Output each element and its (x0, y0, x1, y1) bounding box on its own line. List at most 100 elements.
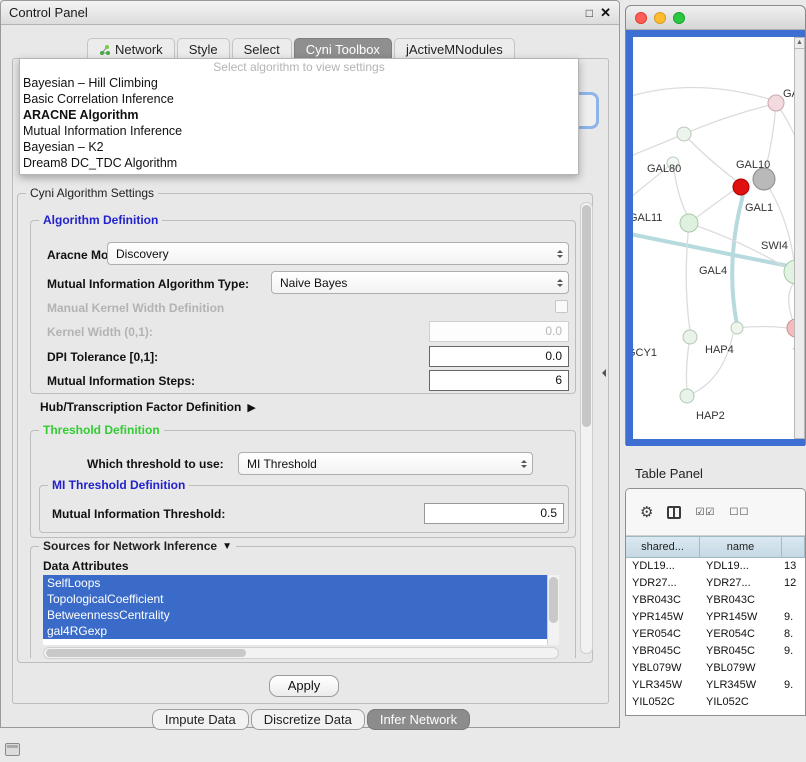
data-attribute-item[interactable]: SelfLoops (43, 575, 547, 591)
table-cell: YDR27... (700, 575, 782, 592)
combo-value: Discovery (116, 247, 169, 261)
aracne-mode-select[interactable]: Discovery (107, 242, 569, 265)
control-panel-titlebar: Control Panel □ ✕ (1, 1, 619, 25)
tab-label: Cyni Toolbox (306, 42, 380, 57)
algorithm-popup-item[interactable]: Bayesian – Hill Climbing (20, 75, 578, 91)
deselect-all-boxes-icon[interactable]: ☐☐ (729, 507, 749, 518)
algorithm-popup-items: Bayesian – Hill ClimbingBasic Correlatio… (20, 75, 578, 171)
select-all-checks-icon[interactable]: ☑☑ (695, 507, 715, 518)
splitter-collapse-icon[interactable] (598, 369, 606, 377)
table-cell: YIL052C (700, 694, 782, 711)
attributes-vertical-scrollbar[interactable] (547, 575, 559, 645)
column-header-shared[interactable]: shared... (626, 536, 700, 558)
data-attribute-item[interactable]: TopologicalCoefficient (43, 591, 547, 607)
network-edge (737, 327, 788, 329)
table-cell: YER054C (626, 626, 700, 643)
scroll-up-arrow-icon[interactable]: ▲ (795, 38, 804, 49)
tab-style[interactable]: Style (177, 38, 230, 59)
data-attribute-item[interactable]: gal4RGexp (43, 623, 547, 639)
tab-cyni-toolbox[interactable]: Cyni Toolbox (294, 38, 392, 59)
algorithm-dropdown-popup: Select algorithm to view settings Bayesi… (19, 58, 579, 175)
which-threshold-select[interactable]: MI Threshold (238, 452, 533, 475)
network-edge (686, 223, 690, 331)
network-icon (99, 44, 111, 56)
algorithm-popup-item[interactable]: Mutual Information Inference (20, 123, 578, 139)
table-row[interactable]: YER054CYER054C8. (626, 626, 805, 643)
table-cell: 9. (782, 643, 805, 660)
network-node-label: GAL10 (736, 159, 770, 171)
table-row[interactable]: YBR045CYBR045C9. (626, 643, 805, 660)
kernel-width-label: Kernel Width (0,1): (47, 325, 153, 339)
minimize-traffic-light[interactable] (654, 12, 666, 24)
columns-icon[interactable] (667, 506, 681, 519)
data-attributes-list[interactable]: SelfLoopsTopologicalCoefficientBetweenne… (43, 575, 559, 645)
tab-network[interactable]: Network (87, 38, 175, 59)
table-row[interactable]: YDR27...YDR27...12 (626, 575, 805, 592)
attributes-horizontal-scrollbar[interactable] (43, 647, 559, 659)
algorithm-popup-item[interactable]: Dream8 DC_TDC Algorithm (20, 155, 578, 171)
panel-title: Control Panel (9, 5, 88, 20)
mi-steps-field[interactable]: 6 (429, 370, 569, 391)
sources-legend-wrap[interactable]: Sources for Network Inference ▼ (39, 539, 236, 553)
hub-definition-header[interactable]: Hub/Transcription Factor Definition ▶ (40, 400, 256, 414)
mi-threshold-definition-legend: MI Threshold Definition (48, 478, 189, 492)
table-cell: YPR145W (700, 609, 782, 626)
table-cell: 8. (782, 626, 805, 643)
table-row[interactable]: YDL19...YDL19...13 (626, 558, 805, 575)
data-attribute-item[interactable]: BetweennessCentrality (43, 607, 547, 623)
table-cell: YBL079W (700, 660, 782, 677)
gear-icon[interactable]: ⚙ (640, 503, 653, 521)
network-node[interactable] (753, 168, 775, 190)
network-view-window: GALGAL80GAL10GAL11GAL1SWI4GAL4GCY1HAP4HA… (625, 5, 806, 445)
network-node[interactable] (677, 127, 691, 141)
network-node[interactable] (731, 322, 743, 334)
network-node-label: GAL11 (633, 212, 662, 224)
table-cell: 9. (782, 609, 805, 626)
settings-scrollbar[interactable] (580, 202, 593, 654)
tab-impute-data[interactable]: Impute Data (152, 709, 249, 730)
network-node-label: SWI4 (761, 240, 788, 252)
table-row[interactable]: YLR345WYLR345W9. (626, 677, 805, 694)
attr-items: SelfLoopsTopologicalCoefficientBetweenne… (43, 575, 559, 639)
mi-threshold-field[interactable]: 0.5 (424, 503, 564, 524)
network-node[interactable] (680, 389, 694, 403)
table-cell: YLR345W (626, 677, 700, 694)
manual-kernel-width-checkbox[interactable] (555, 300, 568, 313)
tab-infer-network[interactable]: Infer Network (367, 709, 470, 730)
network-node[interactable] (733, 179, 749, 195)
mi-algorithm-type-select[interactable]: Naive Bayes (271, 271, 569, 294)
table-row[interactable]: YPR145WYPR145W9. (626, 609, 805, 626)
table-panel-title: Table Panel (635, 466, 703, 481)
dpi-tolerance-field[interactable]: 0.0 (429, 346, 569, 367)
table-row[interactable]: YBR043CYBR043C (626, 592, 805, 609)
close-traffic-light[interactable] (635, 12, 647, 24)
column-header-name[interactable]: name (700, 536, 782, 558)
mi-threshold-definition-group: MI Threshold Definition Mutual Informati… (39, 485, 569, 533)
algorithm-popup-item[interactable]: ARACNE Algorithm (20, 107, 578, 123)
network-node[interactable] (768, 95, 784, 111)
minimized-panel-icon[interactable] (5, 743, 20, 756)
network-canvas[interactable]: GALGAL80GAL10GAL11GAL1SWI4GAL4GCY1HAP4HA… (633, 37, 796, 439)
apply-button[interactable]: Apply (269, 675, 339, 697)
close-icon[interactable]: ✕ (600, 5, 611, 21)
tab-jactivemnodules[interactable]: jActiveMNodules (394, 38, 515, 59)
dpi-tolerance-label: DPI Tolerance [0,1]: (47, 350, 158, 364)
hub-definition-label: Hub/Transcription Factor Definition (40, 400, 241, 414)
algorithm-popup-item[interactable]: Bayesian – K2 (20, 139, 578, 155)
table-row[interactable]: YIL052CYIL052C (626, 694, 805, 711)
network-node[interactable] (683, 330, 697, 344)
zoom-traffic-light[interactable] (673, 12, 685, 24)
table-row[interactable]: YBL079WYBL079W (626, 660, 805, 677)
network-node[interactable] (680, 214, 698, 232)
algorithm-popup-item[interactable]: Basic Correlation Inference (20, 91, 578, 107)
scrollbar-thumb[interactable] (582, 205, 591, 427)
tab-select[interactable]: Select (232, 38, 292, 59)
network-vertical-scrollbar[interactable]: ▲ (794, 37, 805, 439)
scrollbar-thumb[interactable] (46, 649, 246, 657)
chevron-updown-icon (557, 276, 563, 290)
column-header-partial[interactable] (782, 536, 805, 558)
tab-discretize-data[interactable]: Discretize Data (251, 709, 365, 730)
kernel-width-field[interactable]: 0.0 (429, 321, 569, 342)
float-window-icon[interactable]: □ (586, 6, 593, 20)
scrollbar-thumb[interactable] (549, 577, 558, 623)
